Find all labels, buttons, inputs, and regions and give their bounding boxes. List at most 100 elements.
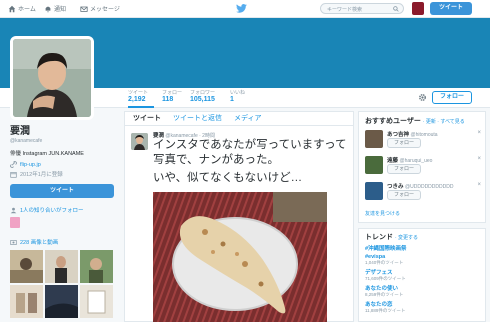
media-thumbnail[interactable]	[80, 285, 113, 318]
photo-icon	[10, 239, 17, 245]
timeline: ツイート ツイートと返信 メディア 要潤 @kanamecafe · 2時間 イ…	[124, 111, 354, 322]
tweet-avatar-photo	[131, 133, 148, 150]
mutual-follower-avatar[interactable]	[10, 217, 20, 228]
nav-home[interactable]: ホーム	[8, 4, 36, 13]
trend-name: あなたの恋	[365, 302, 393, 308]
find-friends-link[interactable]: 友達を見つける	[365, 210, 400, 217]
search-input[interactable]: キーワード検索	[320, 3, 404, 14]
trend-item[interactable]: あなたの使い 8,259件のツイート	[359, 284, 485, 298]
suggested-user-name-row[interactable]: あつ吉神 @hitomouta	[387, 130, 438, 138]
close-icon[interactable]: ×	[477, 130, 481, 136]
trends-header: トレンド · 変更する	[359, 229, 485, 242]
trend-count: 11,889件のツイート	[365, 308, 406, 313]
tweet-author-avatar[interactable]	[131, 133, 148, 150]
media-thumbnail[interactable]	[10, 285, 43, 318]
stat-tweets[interactable]: ツイート 2,192	[128, 88, 154, 108]
suggested-user-follow-button[interactable]: フォロー	[387, 138, 421, 148]
trends-title: トレンド	[365, 234, 393, 241]
nav-messages[interactable]: メッセージ	[80, 4, 120, 13]
profile-name: 要潤	[10, 126, 30, 137]
stat-likes[interactable]: いいね 1	[230, 88, 246, 108]
who-to-follow-links[interactable]: · 更新 · すべて見る	[423, 119, 465, 125]
media-link[interactable]: 228 画像と動画	[10, 238, 120, 246]
user-avatar-menu[interactable]	[412, 2, 424, 15]
profile-sidebar: 要潤 @kanamecafe 俳優 Instagram JUN.KANAME f…	[10, 122, 120, 318]
stat-following-value: 118	[162, 96, 174, 103]
tweet-text-line2: いや、似てなくもないけど…	[153, 172, 303, 184]
follow-label: フォロー	[393, 166, 414, 172]
media-thumbnail[interactable]	[45, 285, 78, 318]
trend-count: 71,609件のツイート	[365, 276, 406, 281]
search-icon	[393, 6, 399, 12]
stat-following-label: フォロー	[162, 90, 183, 96]
calendar-icon	[10, 171, 17, 178]
mutual-followers-link[interactable]: 1人の知り合いがフォロー	[10, 206, 120, 214]
profile-link[interactable]: flip-up.jp	[20, 162, 41, 168]
twitter-bird-icon[interactable]	[236, 4, 247, 13]
media-thumbnail[interactable]	[45, 250, 78, 283]
trend-item[interactable]: あなたの恋 11,889件のツイート	[359, 300, 485, 314]
avatar-photo	[13, 39, 91, 117]
gear-icon[interactable]	[418, 93, 427, 102]
close-icon[interactable]: ×	[477, 156, 481, 162]
stat-tweets-label: ツイート	[128, 90, 149, 96]
nav-home-label: ホーム	[18, 7, 36, 13]
suggested-user: あつ吉神 @hitomouta フォロー ×	[365, 130, 485, 152]
media-thumbnail[interactable]	[10, 250, 43, 283]
stat-likes-label: いいね	[230, 90, 246, 96]
follow-button[interactable]: フォロー	[432, 91, 472, 104]
close-icon[interactable]: ×	[477, 182, 481, 188]
profile-avatar[interactable]	[10, 36, 94, 120]
compose-tweet-button[interactable]: ツイート	[430, 2, 472, 15]
who-to-follow-title: おすすめユーザー	[365, 118, 421, 125]
follow-button-label: フォロー	[439, 94, 464, 100]
naan-photo	[153, 192, 327, 322]
trends-panel: トレンド · 変更する #沖縄国際映画祭 #evispa 1,040件のツイート…	[358, 228, 486, 322]
trends-change-link[interactable]: · 変更する	[395, 235, 418, 241]
media-grid	[10, 250, 120, 318]
link-icon	[10, 161, 17, 168]
top-navigation-bar: ホーム 通知 メッセージ キーワード検索 ツイート	[0, 0, 490, 18]
tab-media[interactable]: メディア	[234, 112, 262, 125]
suggested-user-name-row[interactable]: つきみ @UDDDDDDDDDDD	[387, 182, 453, 190]
tweet-text: インスタであなたが写っていますって写真で、ナンがあった。	[153, 139, 347, 166]
tweet-to-label: ツイート	[49, 188, 74, 194]
suggested-user-follow-button[interactable]: フォロー	[387, 164, 421, 174]
trend-item[interactable]: デザフェス 71,609件のツイート	[359, 268, 485, 282]
profile-handle[interactable]: @kanamecafe	[10, 138, 120, 144]
profile-bio: 俳優 Instagram JUN.KANAME	[10, 151, 84, 157]
suggested-user-avatar[interactable]	[365, 130, 383, 148]
stat-following[interactable]: フォロー 118	[162, 88, 184, 108]
timeline-tabs: ツイート ツイートと返信 メディア	[125, 112, 353, 126]
trend-item[interactable]: #沖縄国際映画祭	[359, 244, 485, 252]
who-to-follow-header: おすすめユーザー · 更新 · すべて見る	[359, 112, 485, 126]
bell-icon	[45, 6, 51, 13]
mutual-followers-text: 1人の知り合いがフォロー	[20, 208, 84, 214]
search-placeholder: キーワード検索	[327, 7, 363, 13]
nav-messages-label: メッセージ	[90, 7, 120, 13]
tweet-photo[interactable]	[153, 192, 327, 322]
stat-followers-label: フォロワー	[190, 90, 216, 96]
stat-tweets-value: 2,192	[128, 96, 146, 103]
suggested-user: 遠藤 @haruqui_ueo フォロー ×	[365, 156, 485, 178]
stat-likes-value: 1	[230, 96, 234, 103]
tab-tweets-replies[interactable]: ツイートと返信	[173, 112, 222, 125]
tab-tweets[interactable]: ツイート	[133, 112, 161, 125]
follow-label: フォロー	[393, 192, 414, 198]
trend-name: デザフェス	[365, 270, 393, 276]
profile-joined: 2012年1月に登録	[20, 172, 63, 178]
suggested-user-avatar[interactable]	[365, 182, 383, 200]
tweet-to-button[interactable]: ツイート	[10, 184, 114, 198]
compose-tweet-label: ツイート	[438, 5, 463, 11]
suggested-user-name-row[interactable]: 遠藤 @haruqui_ueo	[387, 156, 432, 164]
stat-followers[interactable]: フォロワー 105,115	[190, 88, 220, 108]
suggested-user-avatar[interactable]	[365, 156, 383, 174]
trend-item[interactable]: #evispa 1,040件のツイート	[359, 254, 485, 266]
trend-name: #沖縄国際映画祭	[365, 246, 407, 252]
nav-notifications[interactable]: 通知	[44, 4, 66, 13]
profile-link-row: flip-up.jp	[10, 161, 120, 168]
media-thumbnail[interactable]	[80, 250, 113, 283]
suggested-user-follow-button[interactable]: フォロー	[387, 190, 421, 200]
nav-notifications-label: 通知	[54, 7, 67, 13]
media-count: 228 画像と動画	[20, 240, 59, 246]
